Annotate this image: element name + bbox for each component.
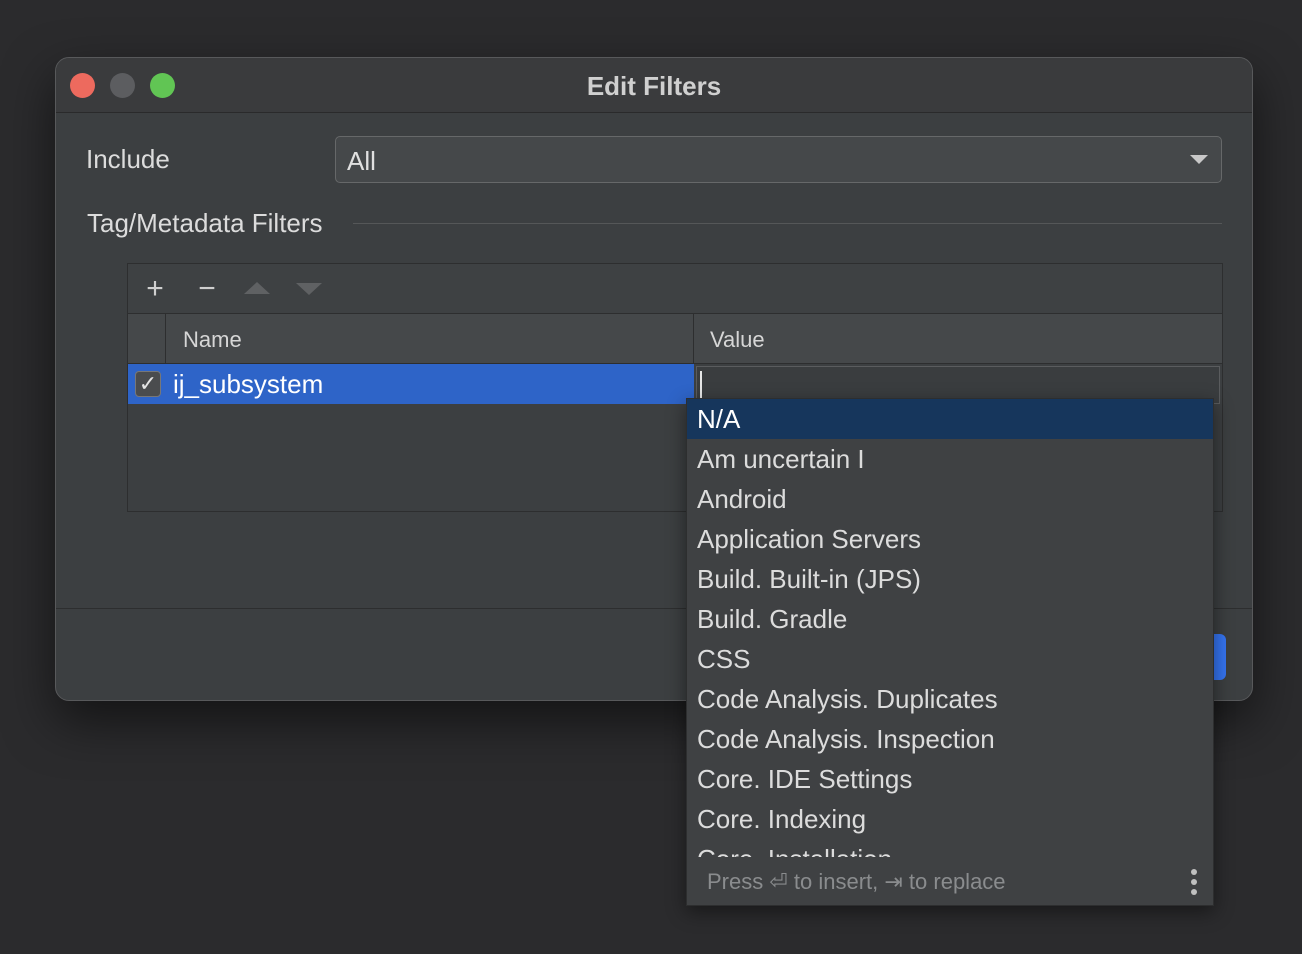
completion-list: N/A Am uncertain I Android Application S… — [687, 399, 1213, 857]
completion-item[interactable]: Core. Indexing — [687, 799, 1213, 839]
column-header-name[interactable]: Name — [166, 314, 694, 364]
completion-item[interactable]: Code Analysis. Inspection — [687, 719, 1213, 759]
more-options-icon[interactable] — [1191, 869, 1197, 897]
table-row[interactable]: ✓ ij_subsystem — [128, 364, 694, 404]
completion-hint: Press ⏎ to insert, ⇥ to replace — [687, 859, 1213, 905]
dialog-title: Edit Filters — [586, 71, 722, 101]
completion-item[interactable]: Core. IDE Settings — [687, 759, 1213, 799]
remove-icon[interactable]: − — [192, 274, 222, 304]
move-down-icon[interactable] — [296, 283, 322, 295]
include-label: Include — [86, 144, 170, 174]
column-header-checkbox — [128, 314, 166, 364]
add-icon[interactable]: + — [140, 274, 170, 304]
row-enabled-checkbox[interactable]: ✓ — [135, 371, 161, 397]
completion-item[interactable]: Core. Installation — [687, 839, 1213, 857]
completion-item[interactable]: Build. Built-in (JPS) — [687, 559, 1213, 599]
completion-item[interactable]: N/A — [687, 399, 1213, 439]
chevron-down-icon — [1190, 155, 1208, 164]
text-caret — [700, 371, 702, 399]
completion-popup: N/A Am uncertain I Android Application S… — [686, 398, 1214, 906]
table-toolbar: + − — [128, 264, 1222, 314]
completion-item[interactable]: Code Analysis. Duplicates — [687, 679, 1213, 719]
include-selected-value: All — [347, 146, 376, 176]
title-bar: Edit Filters — [56, 58, 1252, 113]
group-separator — [353, 223, 1222, 224]
tag-metadata-filters-label: Tag/Metadata Filters — [87, 208, 323, 238]
completion-item[interactable]: CSS — [687, 639, 1213, 679]
completion-item[interactable]: Am uncertain I — [687, 439, 1213, 479]
completion-hint-text: Press ⏎ to insert, ⇥ to replace — [707, 869, 1006, 894]
table-header: Name Value — [128, 314, 1222, 364]
completion-item[interactable]: Build. Gradle — [687, 599, 1213, 639]
completion-item[interactable]: Android — [687, 479, 1213, 519]
row-name-cell[interactable]: ij_subsystem — [173, 369, 323, 400]
include-combobox[interactable]: All — [335, 136, 1222, 183]
move-up-icon[interactable] — [244, 282, 270, 294]
column-header-value[interactable]: Value — [694, 314, 1224, 364]
completion-item[interactable]: Application Servers — [687, 519, 1213, 559]
